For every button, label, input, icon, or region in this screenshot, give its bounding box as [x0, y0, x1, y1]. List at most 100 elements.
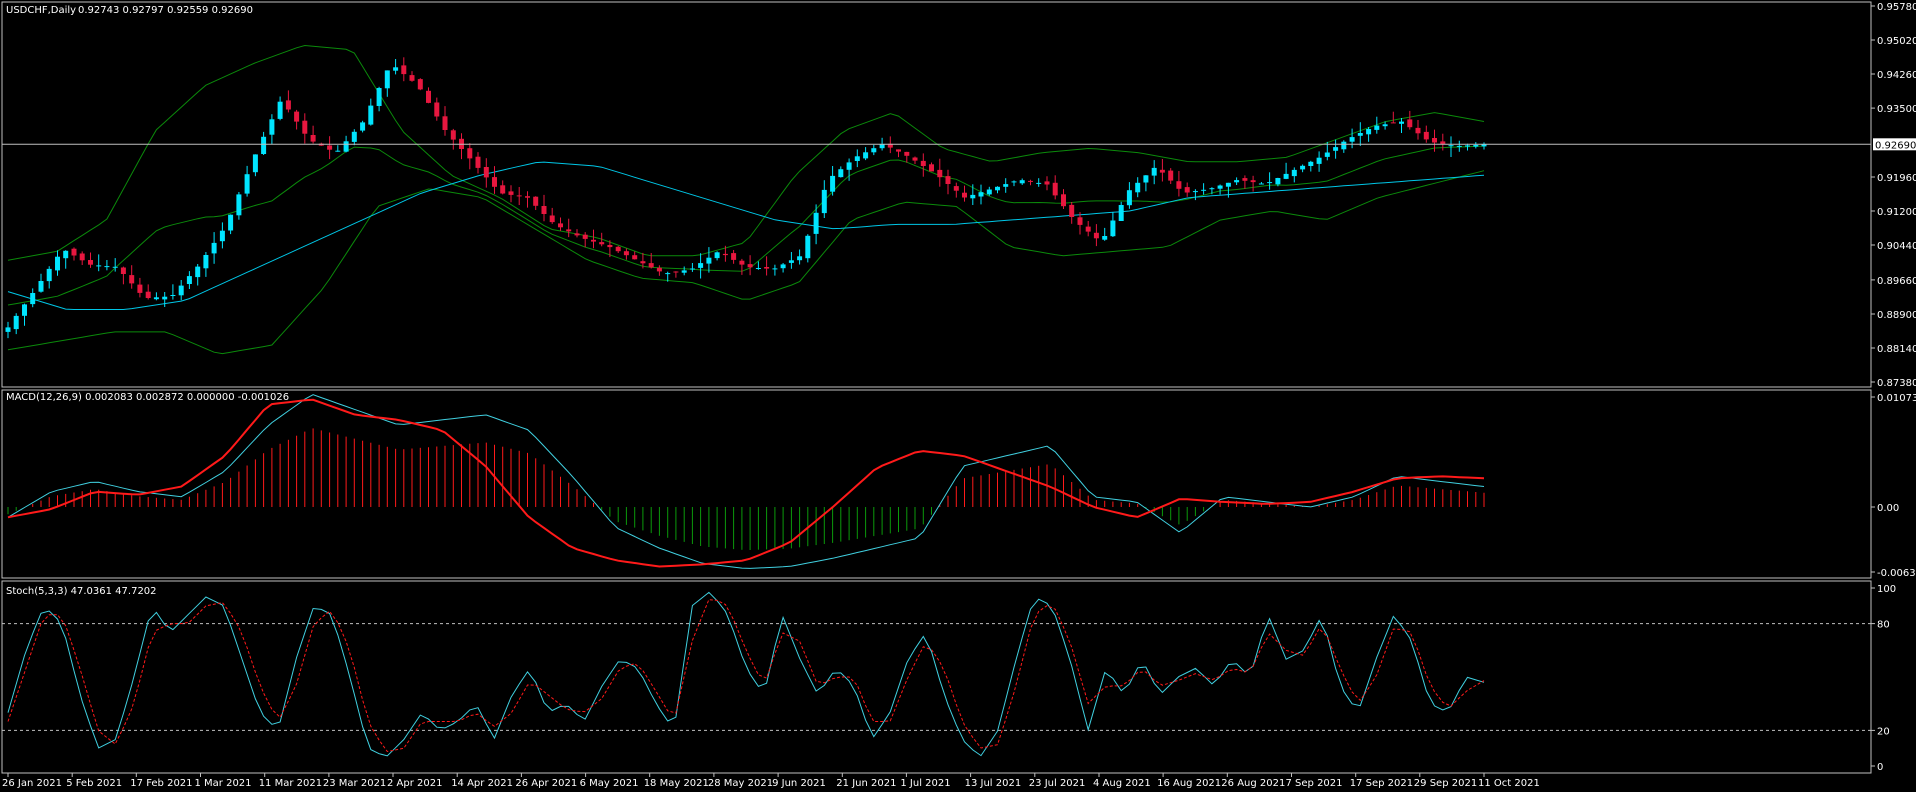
candle-body	[1176, 181, 1182, 189]
candle-body	[1258, 183, 1264, 185]
candle-body	[1341, 141, 1347, 150]
candle-body	[5, 327, 11, 332]
candle-body	[970, 194, 976, 199]
candle-body	[1052, 182, 1058, 196]
candle-body	[681, 270, 687, 273]
candle-body	[450, 130, 456, 140]
candle-body	[920, 160, 926, 166]
stoch-tick-label: 100	[1877, 584, 1896, 595]
candle-body	[343, 141, 349, 152]
candle-body	[962, 192, 967, 198]
candle-body	[376, 88, 382, 106]
candle-body	[236, 194, 242, 216]
candle-body	[327, 145, 333, 150]
candle-body	[525, 196, 530, 198]
date-tick-label: 26 Apr 2021	[515, 778, 577, 789]
candle-body	[1349, 137, 1355, 142]
candle-body	[929, 164, 934, 172]
candle-body	[1333, 147, 1339, 151]
candle-body	[1209, 188, 1215, 190]
candle-body	[830, 175, 836, 192]
candle-body	[475, 156, 481, 168]
trading-chart[interactable]: 0.92690 0.95780 0.95020 0.94260 0.93500 0.919…	[0, 0, 1916, 792]
date-tick-label: 9 Jun 2021	[772, 778, 826, 789]
candle-body	[1019, 180, 1025, 184]
candle-body	[739, 260, 745, 265]
candle-body	[640, 261, 646, 264]
candle-body	[55, 256, 60, 271]
candle-body	[854, 156, 860, 161]
candle-body	[1432, 138, 1437, 143]
candle-body	[285, 100, 291, 110]
candle-body	[698, 263, 704, 268]
candle-body	[277, 101, 283, 119]
candle-body	[1003, 184, 1009, 187]
last-price-label: 0.92690	[1875, 140, 1916, 151]
candle-body	[722, 253, 728, 256]
date-tick-label: 17 Feb 2021	[130, 778, 192, 789]
price-tick-label: 0.95780	[1877, 2, 1916, 13]
date-tick-label: 23 Mar 2021	[323, 778, 386, 789]
candle-body	[788, 260, 794, 263]
stoch-tick-label: 0	[1877, 762, 1883, 773]
candle-body	[22, 304, 27, 316]
date-tick-label: 11 Mar 2021	[259, 778, 322, 789]
candle-body	[582, 234, 588, 239]
candle-body	[1390, 122, 1396, 124]
candle-body	[351, 131, 357, 142]
candle-body	[689, 268, 695, 270]
candle-body	[780, 264, 786, 269]
candle-body	[360, 122, 366, 131]
candle-body	[1036, 182, 1042, 184]
candle-body	[945, 176, 951, 184]
candle-body	[1291, 169, 1297, 177]
candle-body	[71, 248, 77, 256]
candle-body	[591, 239, 596, 242]
candle-body	[46, 268, 52, 282]
candle-body	[607, 245, 613, 248]
date-tick-label: 23 Jul 2021	[1029, 778, 1086, 789]
candle-body	[1374, 125, 1380, 130]
candle-body	[904, 151, 910, 156]
candle-body	[137, 284, 143, 293]
candle-body	[153, 297, 159, 300]
candle-body	[1085, 226, 1091, 232]
macd-tick-label: -0.006337	[1877, 568, 1916, 579]
candle-body	[129, 275, 135, 284]
candle-body	[1308, 161, 1314, 166]
stoch-label: Stoch(5,3,3) 47.0361 47.7202	[6, 586, 157, 597]
macd-tick-label: 0.010733	[1877, 393, 1916, 404]
candle-body	[1300, 165, 1306, 170]
candle-body	[96, 265, 102, 267]
candle-body	[1267, 182, 1273, 184]
candle-body	[13, 315, 19, 330]
candle-body	[112, 266, 118, 268]
candle-body	[252, 154, 258, 173]
candle-body	[558, 223, 563, 228]
candle-body	[953, 186, 959, 191]
candle-body	[1473, 144, 1479, 147]
date-tick-label: 29 Sep 2021	[1414, 778, 1477, 789]
candle-body	[1217, 185, 1223, 189]
candle-body	[170, 295, 176, 296]
date-tick-label: 14 Apr 2021	[451, 778, 513, 789]
date-tick-label: 28 May 2021	[708, 778, 773, 789]
candle-body	[1366, 129, 1372, 135]
price-tick-label: 0.95020	[1877, 36, 1916, 47]
candle-body	[384, 70, 390, 89]
candle-body	[1011, 181, 1017, 183]
date-tick-label: 11 Oct 2021	[1478, 778, 1540, 789]
candle-body	[1324, 152, 1330, 157]
candle-body	[566, 229, 572, 232]
candle-body	[1093, 232, 1099, 239]
candle-body	[1184, 187, 1190, 193]
candle-body	[1201, 189, 1207, 191]
candle-body	[442, 116, 448, 130]
candle-body	[294, 111, 300, 122]
candle-body	[483, 167, 489, 178]
candle-body	[1143, 175, 1149, 183]
candle-body	[714, 252, 720, 259]
macd-tick-label: 0.00	[1877, 503, 1899, 514]
date-tick-label: 18 May 2021	[644, 778, 709, 789]
candle-body	[393, 67, 399, 71]
